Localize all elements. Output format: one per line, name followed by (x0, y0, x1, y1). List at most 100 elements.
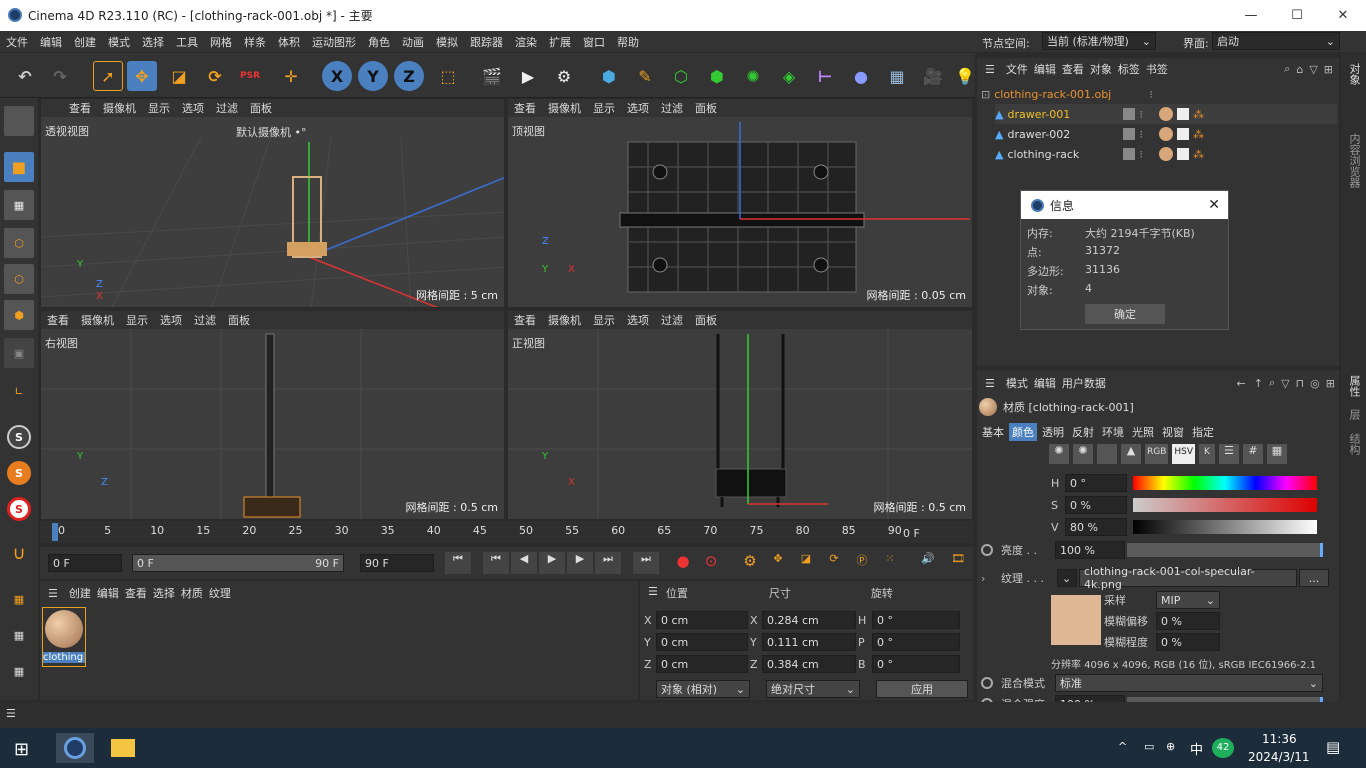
swatches-icon[interactable]: ☰ (1218, 444, 1239, 464)
uv-tag-icon[interactable] (1176, 148, 1189, 160)
up-arrow-icon[interactable]: ↑ (1254, 377, 1263, 390)
material-tab[interactable]: 环境 (1099, 423, 1127, 441)
value-field[interactable]: 80 % (1065, 518, 1127, 536)
material-tag-icon[interactable] (1158, 127, 1173, 141)
image-icon[interactable] (1097, 444, 1117, 464)
vp-menu-panel[interactable]: 面板 (689, 312, 723, 328)
ok-button[interactable]: 确定 (1085, 304, 1165, 324)
menu-item[interactable]: 网格 (204, 34, 238, 50)
apply-button[interactable]: 应用 (876, 680, 968, 698)
menu-item[interactable]: 编辑 (34, 34, 68, 50)
mat-menu-view[interactable]: 查看 (122, 584, 150, 602)
grid-lock-icon[interactable]: ▦ (4, 620, 34, 650)
menu-item[interactable]: 样条 (238, 34, 272, 50)
select-tool-icon[interactable]: ➚ (93, 61, 123, 91)
globe-icon[interactable]: ⊕ (1166, 740, 1175, 753)
material-tab[interactable]: 透明 (1039, 423, 1067, 441)
current-frame-field[interactable]: 0 F (48, 554, 122, 572)
brightness-slider[interactable] (1127, 543, 1323, 557)
hue-field[interactable]: 0 ° (1065, 474, 1127, 492)
play-icon[interactable]: ▶ (539, 552, 565, 574)
viewport-top[interactable]: 查看 摄像机 显示 选项 过滤 面板 Z Y X 顶视图 网格间距 : 0.05… (507, 98, 973, 308)
uv-tag-icon[interactable] (1176, 128, 1189, 140)
vp-menu-display[interactable]: 显示 (587, 312, 621, 328)
uv-tag-icon[interactable] (1176, 108, 1189, 120)
key-settings-icon[interactable]: ⚙ (738, 552, 762, 574)
camera-icon[interactable]: 🎥 (918, 61, 948, 91)
attr-menu-userdata[interactable]: 用户数据 (1059, 374, 1109, 392)
symmetry-icon[interactable]: S (4, 494, 34, 524)
cinema4d-taskbar-icon[interactable] (56, 733, 94, 763)
undo-icon[interactable]: ↶ (10, 61, 40, 91)
search-icon[interactable]: ⌕ (1284, 62, 1290, 76)
blur-offset-field[interactable]: 0 % (1156, 612, 1220, 630)
axis-mode-icon[interactable]: ∟ (4, 376, 34, 406)
menu-item[interactable]: 体积 (272, 34, 306, 50)
phong-tag-icon[interactable]: ⁂ (1193, 148, 1204, 161)
menu-item[interactable]: 模拟 (430, 34, 464, 50)
menu-item[interactable]: 跟踪器 (464, 34, 509, 50)
expand-arrow-icon[interactable]: › (981, 572, 993, 585)
om-menu-bookmarks[interactable]: 书签 (1143, 60, 1171, 78)
sound-icon[interactable]: 🔊 (916, 552, 940, 574)
material-tab[interactable]: 光照 (1129, 423, 1157, 441)
hsv-button[interactable]: HSV (1172, 444, 1196, 464)
hamburger-icon[interactable]: ☰ (48, 587, 58, 600)
redo-icon[interactable]: ↷ (45, 61, 75, 91)
mat-menu-create[interactable]: 创建 (66, 584, 94, 602)
vp-menu-options[interactable]: 选项 (621, 312, 655, 328)
scale-tool-icon[interactable]: ◪ (164, 61, 194, 91)
menu-item[interactable]: 文件 (0, 34, 34, 50)
mograph-icon[interactable]: ◈ (774, 61, 804, 91)
key-pla-icon[interactable]: ⁙ (878, 552, 902, 574)
workplane-icon[interactable]: ▦ (4, 584, 34, 614)
lock-icon[interactable]: ⊓ (1296, 377, 1305, 390)
vp-menu-filter[interactable]: 过滤 (655, 312, 689, 328)
material-tag-icon[interactable] (1158, 147, 1173, 161)
auto-key-icon[interactable]: ⊙ (699, 552, 723, 574)
key-param-icon[interactable]: Ⓟ (850, 552, 874, 574)
hamburger-icon[interactable]: ☰ (985, 63, 995, 76)
snap-icon[interactable]: S (4, 422, 34, 452)
visibility-dots[interactable]: ⁝ (1139, 128, 1143, 141)
vp-menu-view[interactable]: 查看 (508, 312, 542, 328)
layout-select[interactable]: 启动 ⌄ (1212, 32, 1340, 50)
make-editable-icon[interactable] (4, 106, 34, 136)
network-icon[interactable]: ▭ (1144, 740, 1154, 753)
material-tab[interactable]: 颜色 (1009, 423, 1037, 441)
texture-mode-icon[interactable]: ▦ (4, 190, 34, 220)
layer-check[interactable] (1123, 108, 1136, 120)
filter-icon[interactable]: ▽ (1281, 377, 1289, 390)
size-mode-select[interactable]: 绝对尺寸 ⌄ (766, 680, 860, 698)
visibility-dots[interactable]: ⁝ (1139, 148, 1143, 161)
prev-key-icon[interactable]: ⏮ (483, 552, 509, 574)
goto-start-icon[interactable]: ⏮ (445, 552, 471, 574)
vp-menu-camera[interactable]: 摄像机 (75, 312, 120, 328)
render-settings-icon[interactable]: ⚙ (549, 61, 579, 91)
hamburger-icon[interactable]: ☰ (6, 707, 16, 720)
goto-end-icon[interactable]: ⏭ (633, 552, 659, 574)
vp-menu-display[interactable]: 显示 (120, 312, 154, 328)
vp-menu-panel[interactable]: 面板 (222, 312, 256, 328)
object-row[interactable]: ⊡ clothing-rack-001.obj ⁝ (981, 84, 1337, 104)
material-tab[interactable]: 指定 (1189, 423, 1217, 441)
mat-menu-edit[interactable]: 编辑 (94, 584, 122, 602)
coordinate-system-icon[interactable]: ⬚ (433, 61, 463, 91)
floor-icon[interactable]: ▦ (882, 61, 912, 91)
material-tab[interactable]: 基本 (979, 423, 1007, 441)
clock-time[interactable]: 11:36 (1262, 732, 1297, 746)
vp-menu-options[interactable]: 选项 (621, 100, 655, 116)
vp-menu-panel[interactable]: 面板 (244, 100, 278, 116)
saturation-slider[interactable] (1133, 498, 1317, 512)
action-center-icon[interactable]: ▤ (1326, 738, 1340, 756)
hamburger-icon[interactable]: ☰ (985, 377, 995, 390)
attr-menu-mode[interactable]: 模式 (1003, 374, 1031, 392)
subdivision-icon[interactable]: ⬡ (666, 61, 696, 91)
om-menu-tags[interactable]: 标签 (1115, 60, 1143, 78)
tab-content-browser[interactable]: 内容浏览器 (1346, 133, 1362, 188)
vp-menu-options[interactable]: 选项 (176, 100, 210, 116)
phong-tag-icon[interactable]: ⁂ (1193, 108, 1204, 121)
vp-menu-options[interactable]: 选项 (154, 312, 188, 328)
rotation-h-field[interactable]: 0 ° (872, 611, 960, 629)
viewport-front[interactable]: 查看 摄像机 显示 选项 过滤 面板 Y X 正视图 网格间距 : 0.5 cm (507, 310, 973, 520)
